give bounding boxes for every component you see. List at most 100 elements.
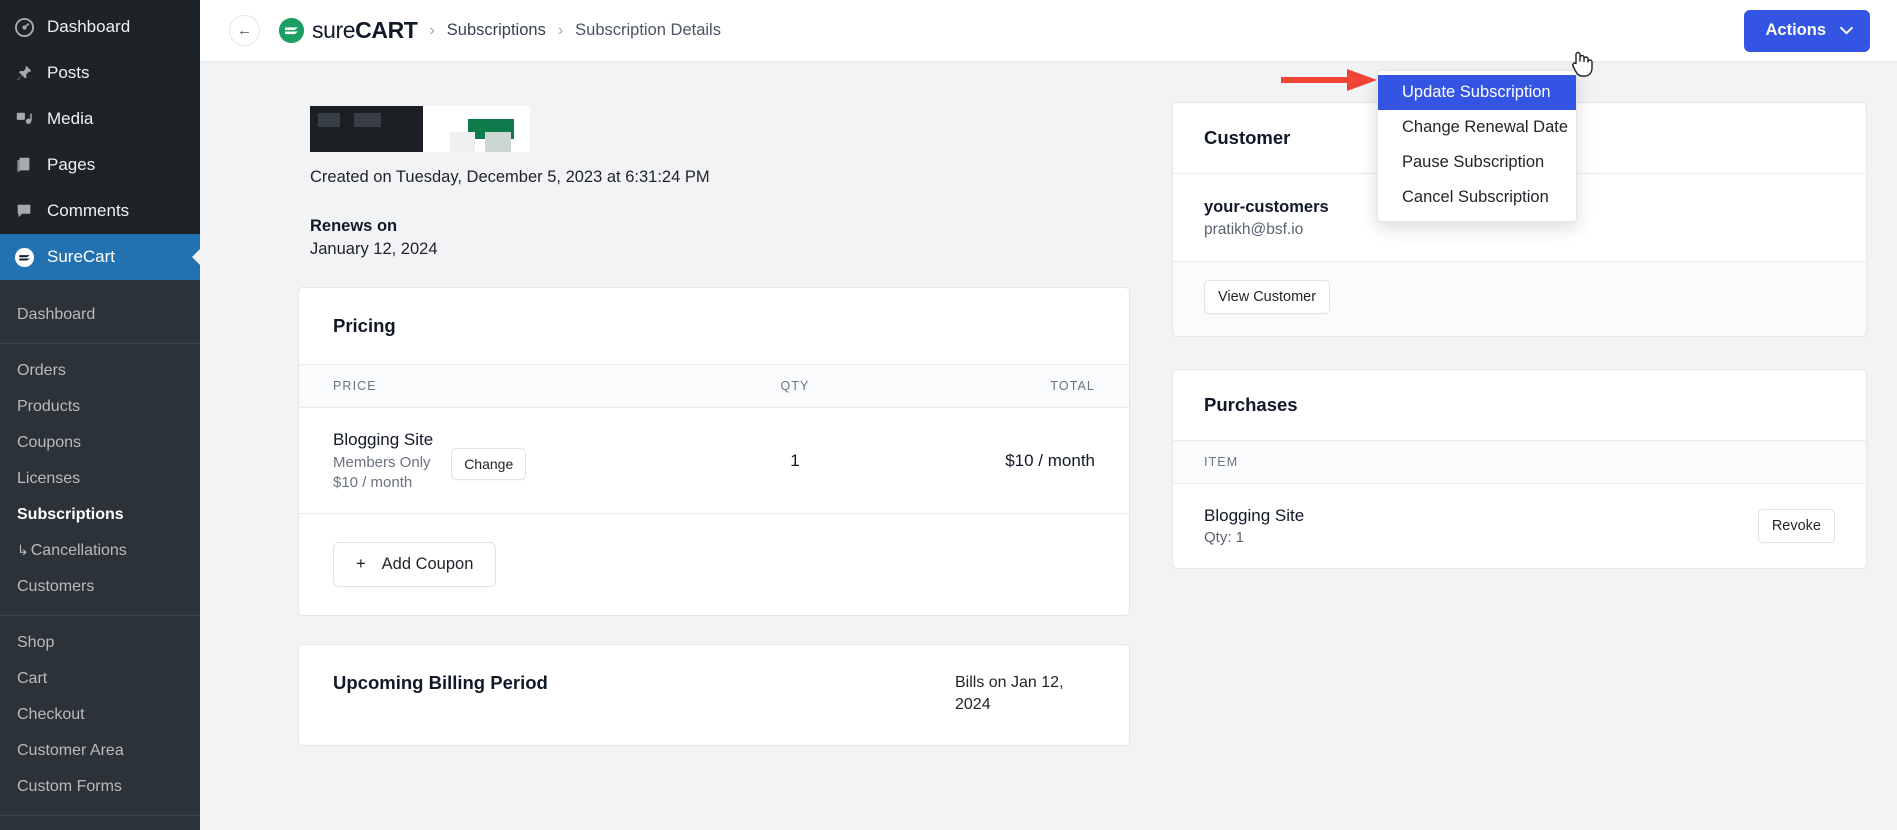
menu-item-cancel-subscription[interactable]: Cancel Subscription — [1378, 180, 1576, 215]
add-coupon-button[interactable]: + Add Coupon — [333, 542, 497, 587]
actions-dropdown-menu: Update Subscription Change Renewal Date … — [1377, 70, 1577, 222]
subitem-label: Checkout — [17, 706, 85, 723]
subitem-label: Orders — [17, 362, 66, 379]
pin-icon — [12, 61, 36, 85]
sidebar-item-comments[interactable]: Comments — [0, 188, 200, 234]
subitem-label: Dashboard — [17, 306, 96, 323]
breadcrumb-subscription-details: Subscription Details — [575, 21, 721, 39]
back-button[interactable]: ← — [229, 15, 260, 46]
subitem-label: Custom Forms — [17, 778, 122, 795]
subitem-label: Cancellations — [30, 542, 127, 559]
thumbnail-gray-block-1 — [450, 132, 475, 152]
surecart-logo[interactable]: sureCART — [279, 17, 418, 44]
wp-admin-sidebar: Dashboard Posts Media Pages Comments Sur… — [0, 0, 200, 830]
breadcrumb-subscriptions[interactable]: Subscriptions — [447, 21, 546, 40]
renews-on-label: Renews on — [310, 217, 398, 235]
list-item: Blogging Site Qty: 1 Revoke — [1173, 484, 1866, 568]
menu-item-update-subscription[interactable]: Update Subscription — [1378, 75, 1576, 110]
upcoming-billing-header: Upcoming Billing Period Bills on Jan 12,… — [299, 645, 1129, 745]
sidebar-subitem-products[interactable]: Products — [0, 389, 200, 425]
renews-on-date: January 12, 2024 — [310, 240, 438, 258]
pricing-card-title: Pricing — [299, 288, 1129, 365]
subitem-label: Shop — [17, 634, 55, 651]
view-customer-button[interactable]: View Customer — [1204, 280, 1331, 314]
sidebar-item-label: Media — [47, 108, 94, 128]
table-row: Blogging Site Members Only $10 / month C… — [299, 408, 1129, 514]
sidebar-subitem-customer-area[interactable]: Customer Area — [0, 733, 200, 769]
upcoming-billing-card: Upcoming Billing Period Bills on Jan 12,… — [298, 644, 1130, 747]
pricing-cell-qty: 1 — [790, 450, 800, 470]
sidebar-item-label: Pages — [47, 154, 96, 174]
surecart-mark-icon — [279, 18, 304, 43]
brand-wordmark: sureCART — [312, 17, 418, 44]
submenu-group: Orders Products Coupons Licenses Subscri… — [0, 343, 200, 615]
customer-card-footer: View Customer — [1173, 261, 1866, 336]
revoke-button[interactable]: Revoke — [1757, 509, 1835, 543]
chevron-down-icon — [1840, 23, 1853, 38]
pricing-table-header: PRICE QTY TOTAL — [299, 365, 1129, 408]
column-header-qty: QTY — [780, 379, 810, 393]
price-lines: Blogging Site Members Only $10 / month — [333, 430, 433, 491]
bills-on-date: Bills on Jan 12, 2024 — [955, 674, 1064, 713]
app-root: Dashboard Posts Media Pages Comments Sur… — [0, 0, 1897, 830]
subitem-label: Products — [17, 398, 81, 415]
thumbnail-gray-block-2 — [485, 132, 511, 152]
sidebar-subitem-orders[interactable]: Orders — [0, 353, 200, 389]
comments-icon — [12, 199, 36, 223]
actions-button[interactable]: Actions — [1744, 9, 1870, 52]
submenu-group: Dashboard — [0, 288, 200, 343]
sidebar-item-label: Posts — [47, 62, 90, 82]
column-header-total: TOTAL — [1050, 379, 1095, 393]
left-column: Created on Tuesday, December 5, 2023 at … — [230, 90, 1130, 830]
sidebar-subitem-licenses[interactable]: Licenses — [0, 461, 200, 497]
topbar: ← sureCART › Subscriptions › Subscriptio… — [200, 0, 1897, 62]
sidebar-subitem-shop[interactable]: Shop — [0, 625, 200, 661]
sidebar-item-posts[interactable]: Posts — [0, 50, 200, 96]
menu-item-change-renewal-date[interactable]: Change Renewal Date — [1378, 110, 1576, 145]
main-area: ← sureCART › Subscriptions › Subscriptio… — [200, 0, 1897, 830]
sidebar-subitem-subscriptions[interactable]: Subscriptions — [0, 497, 200, 533]
sidebar-subitem-custom-forms[interactable]: Custom Forms — [0, 769, 200, 805]
sidebar-subitem-checkout[interactable]: Checkout — [0, 697, 200, 733]
media-icon — [12, 107, 36, 131]
subitem-label: Customer Area — [17, 742, 124, 759]
submenu-group: Settings — [0, 815, 200, 830]
pricing-card: Pricing PRICE QTY TOTAL Blogging Site Me… — [298, 287, 1130, 616]
sidebar-subitem-coupons[interactable]: Coupons — [0, 425, 200, 461]
thumbnail-light-half — [423, 106, 530, 152]
sidebar-item-dashboard[interactable]: Dashboard — [0, 4, 200, 50]
add-coupon-label: Add Coupon — [381, 555, 474, 573]
sidebar-item-surecart[interactable]: SureCart — [0, 234, 200, 280]
column-header-item: ITEM — [1173, 441, 1866, 484]
purchase-name: Blogging Site — [1204, 506, 1305, 525]
sidebar-subitem-dashboard[interactable]: Dashboard — [0, 297, 200, 333]
renews-block: Renews on January 12, 2024 — [310, 217, 1130, 259]
brand-sure: sure — [312, 17, 356, 43]
breadcrumb-separator-icon: › — [429, 21, 435, 39]
menu-item-pause-subscription[interactable]: Pause Subscription — [1378, 145, 1576, 180]
sidebar-item-media[interactable]: Media — [0, 96, 200, 142]
submenu-group: Shop Cart Checkout Customer Area Custom … — [0, 615, 200, 815]
change-price-button[interactable]: Change — [451, 448, 527, 480]
sidebar-subitem-customers[interactable]: Customers — [0, 569, 200, 605]
sidebar-item-label: SureCart — [47, 246, 116, 266]
pricing-card-footer: + Add Coupon — [299, 514, 1129, 615]
subitem-label: Customers — [17, 578, 95, 595]
sidebar-item-label: Comments — [47, 200, 130, 220]
sidebar-subitem-cancellations[interactable]: ↳ Cancellations — [0, 533, 200, 569]
subitem-label: Cart — [17, 670, 48, 687]
actions-button-label: Actions — [1765, 21, 1826, 39]
surecart-submenu: Dashboard Orders Products Coupons Licens… — [0, 280, 200, 830]
column-header-price: PRICE — [333, 379, 377, 393]
product-name: Blogging Site — [333, 430, 434, 449]
purchases-card: Purchases ITEM Blogging Site Qty: 1 Revo… — [1172, 369, 1867, 569]
subitem-label: Coupons — [17, 434, 82, 451]
purchases-card-title: Purchases — [1173, 370, 1866, 441]
customer-email: pratikh@bsf.io — [1204, 221, 1304, 238]
sidebar-subitem-cart[interactable]: Cart — [0, 661, 200, 697]
plus-icon: + — [356, 555, 366, 573]
created-row: Created on Tuesday, December 5, 2023 at … — [310, 168, 1130, 187]
product-amount: $10 / month — [333, 474, 413, 491]
sidebar-subitem-settings[interactable]: Settings — [0, 825, 200, 830]
sidebar-item-pages[interactable]: Pages — [0, 142, 200, 188]
